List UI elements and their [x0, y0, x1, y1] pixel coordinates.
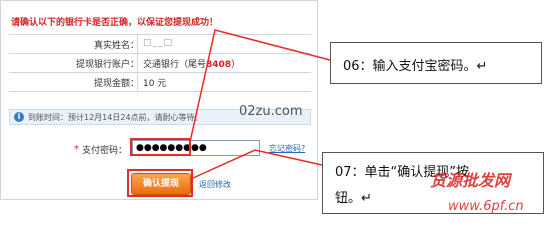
withdraw-info-table: 真实姓名： □__□ 提现银行账户： 交通银行（尾号8408） 提现金额： 10… [9, 34, 311, 92]
site-watermark: 02zu.com [239, 104, 303, 119]
table-row: 真实姓名： □__□ [9, 35, 311, 54]
column-divider [137, 35, 138, 53]
column-divider [137, 54, 138, 72]
password-label: 支付密码： [82, 146, 128, 156]
callout-step-06: 06：输入支付宝密码。↵ [330, 42, 542, 84]
warning-text: 请确认以下的银行卡是否正确，以保证您提现成功！ [11, 18, 219, 28]
account-tail-number: 8408 [206, 60, 232, 70]
table-row: 提现银行账户： 交通银行（尾号8408） [9, 54, 311, 73]
info-icon: i [14, 112, 24, 122]
brand-watermark-url: www.6pf.cn [448, 199, 524, 214]
forgot-password-link[interactable]: 忘记密码? [269, 143, 305, 154]
notice-text: 到账时间：预计12月14日24点前，请耐心等待。 [28, 113, 203, 122]
bank-close-paren: ） [231, 60, 241, 70]
amount-label: 提现金额： [93, 79, 139, 89]
callout-step-06-text: 06：输入支付宝密码。↵ [343, 59, 488, 74]
required-mark: * [74, 144, 79, 155]
button-highlight-box [127, 169, 193, 197]
bank-account-value: 交通银行（尾号8408） [143, 57, 240, 70]
amount-value: 10 元 [143, 79, 167, 89]
bank-account-label: 提现银行账户： [75, 60, 139, 70]
callout-step-07-line2: 钮。↵ [335, 191, 372, 206]
brand-watermark-cn: 货源批发网 [430, 171, 511, 190]
column-divider [137, 73, 138, 91]
table-row: 提现金额： 10 元 [9, 73, 311, 92]
password-highlight-box [130, 138, 191, 156]
real-name-label: 真实姓名： [93, 41, 139, 51]
real-name-value: □__□ [143, 38, 174, 48]
back-to-edit-link[interactable]: 返回修改 [199, 179, 231, 190]
bank-name: 交通银行（尾号 [143, 60, 207, 70]
